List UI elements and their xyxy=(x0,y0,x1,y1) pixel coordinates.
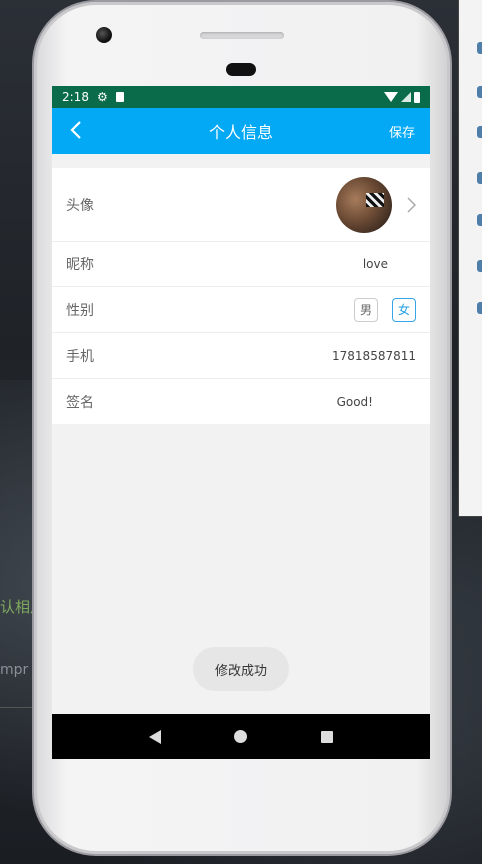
avatar[interactable] xyxy=(336,176,392,233)
save-button[interactable]: 保存 xyxy=(389,122,415,141)
phone-frame: 2:18 ⚙ 个人信息 保存 头像 昵称 love 性别 男 女 手机 1781… xyxy=(34,2,450,854)
signature-row[interactable]: 签名 Good! xyxy=(52,379,430,424)
gender-row: 性别 男 女 xyxy=(52,287,430,333)
side-panel-icon[interactable] xyxy=(477,126,482,138)
camera-icon xyxy=(96,27,112,43)
nav-home-icon[interactable] xyxy=(234,730,248,743)
phone-value[interactable]: 17818587811 xyxy=(332,349,416,363)
side-panel-icon[interactable] xyxy=(477,42,482,54)
nickname-value[interactable]: love xyxy=(363,257,388,271)
phone-row[interactable]: 手机 17818587811 xyxy=(52,333,430,379)
chevron-right-icon xyxy=(407,196,416,213)
nickname-row[interactable]: 昵称 love xyxy=(52,242,430,287)
avatar-row[interactable]: 头像 xyxy=(52,168,430,242)
gender-female-button[interactable]: 女 xyxy=(392,297,416,322)
profile-list: 头像 昵称 love 性别 男 女 手机 17818587811 签名 Good… xyxy=(52,168,430,424)
avatar-label: 头像 xyxy=(66,197,94,214)
back-arrow-icon[interactable] xyxy=(66,119,88,141)
gear-icon: ⚙ xyxy=(96,90,108,104)
nickname-label: 昵称 xyxy=(66,257,94,273)
side-panel-icon[interactable] xyxy=(477,260,482,272)
status-time: 2:18 xyxy=(62,90,89,104)
toast-message: 修改成功 xyxy=(193,647,289,691)
page-title: 个人信息 xyxy=(208,123,273,142)
side-panel-icon[interactable] xyxy=(477,302,482,314)
signal-icon xyxy=(401,92,411,102)
background-text: mpr xyxy=(0,662,29,678)
side-panel-icon[interactable] xyxy=(477,86,482,98)
side-panel xyxy=(458,0,482,517)
nav-back-icon[interactable] xyxy=(148,729,161,744)
gender-male-button[interactable]: 男 xyxy=(354,297,378,322)
status-bar: 2:18 ⚙ xyxy=(52,86,430,108)
earpiece xyxy=(200,32,284,39)
wifi-icon xyxy=(384,92,398,102)
sdcard-icon xyxy=(115,92,124,102)
navigation-bar xyxy=(52,714,430,759)
gender-options: 男 女 xyxy=(354,297,416,322)
battery-icon xyxy=(414,91,420,103)
phone-label: 手机 xyxy=(66,348,94,365)
app-bar: 个人信息 保存 xyxy=(52,108,430,154)
signature-value[interactable]: Good! xyxy=(337,395,373,409)
signature-label: 签名 xyxy=(66,394,94,411)
sensor xyxy=(226,63,256,76)
phone-screen: 2:18 ⚙ 个人信息 保存 头像 昵称 love 性别 男 女 手机 1781… xyxy=(52,86,430,759)
gender-label: 性别 xyxy=(66,302,94,319)
nav-recents-icon[interactable] xyxy=(321,730,334,743)
side-panel-icon[interactable] xyxy=(477,172,482,184)
side-panel-icon[interactable] xyxy=(477,214,482,226)
